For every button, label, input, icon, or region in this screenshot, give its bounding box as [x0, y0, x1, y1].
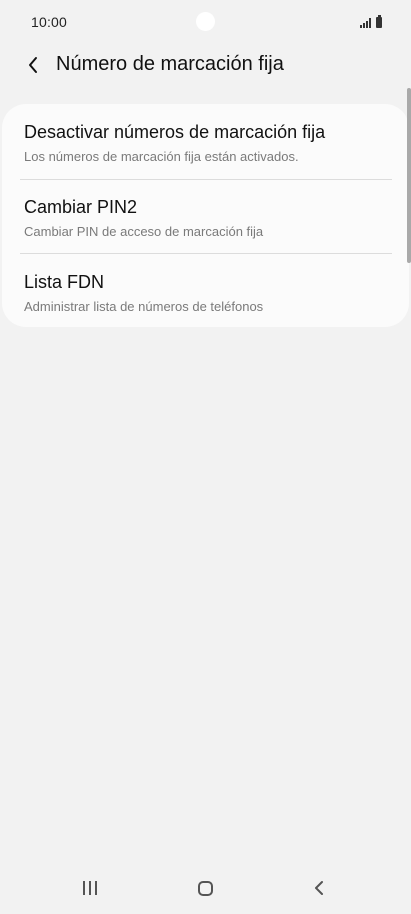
setting-item-title: Cambiar PIN2	[24, 197, 138, 217]
setting-item-fdn-list[interactable]: Lista FDN Administrar lista de números d…	[2, 254, 409, 328]
settings-card: Desactivar números de marcación fija Los…	[2, 104, 409, 327]
setting-item-title: Lista FDN	[24, 272, 105, 292]
setting-item-subtitle: Administrar lista de números de teléfono…	[24, 299, 264, 314]
camera-cutout	[196, 12, 215, 31]
scrollbar[interactable]	[407, 88, 411, 263]
page-title: Número de marcación fija	[56, 53, 284, 75]
setting-item-change-pin2[interactable]: Cambiar PIN2 Cambiar PIN de acceso de ma…	[2, 180, 409, 254]
setting-item-subtitle: Cambiar PIN de acceso de marcación fija	[24, 224, 264, 239]
recent-apps-icon[interactable]	[80, 878, 100, 898]
setting-item-disable-fdn[interactable]: Desactivar números de marcación fija Los…	[2, 104, 409, 178]
status-bar: 10:00	[0, 0, 411, 44]
app-header: Número de marcación fija	[0, 44, 411, 88]
status-time: 10:00	[31, 14, 68, 30]
status-icons	[360, 14, 382, 28]
home-icon[interactable]	[195, 878, 215, 898]
chevron-left-icon	[29, 57, 37, 73]
nav-back-chevron-icon	[315, 881, 323, 895]
battery-icon	[376, 15, 382, 28]
setting-item-subtitle: Los números de marcación fija están acti…	[24, 149, 299, 164]
navigation-bar	[0, 866, 411, 914]
back-button[interactable]	[20, 52, 46, 78]
back-icon[interactable]	[309, 878, 329, 898]
signal-icon	[360, 18, 371, 28]
setting-item-title: Desactivar números de marcación fija	[24, 122, 326, 142]
